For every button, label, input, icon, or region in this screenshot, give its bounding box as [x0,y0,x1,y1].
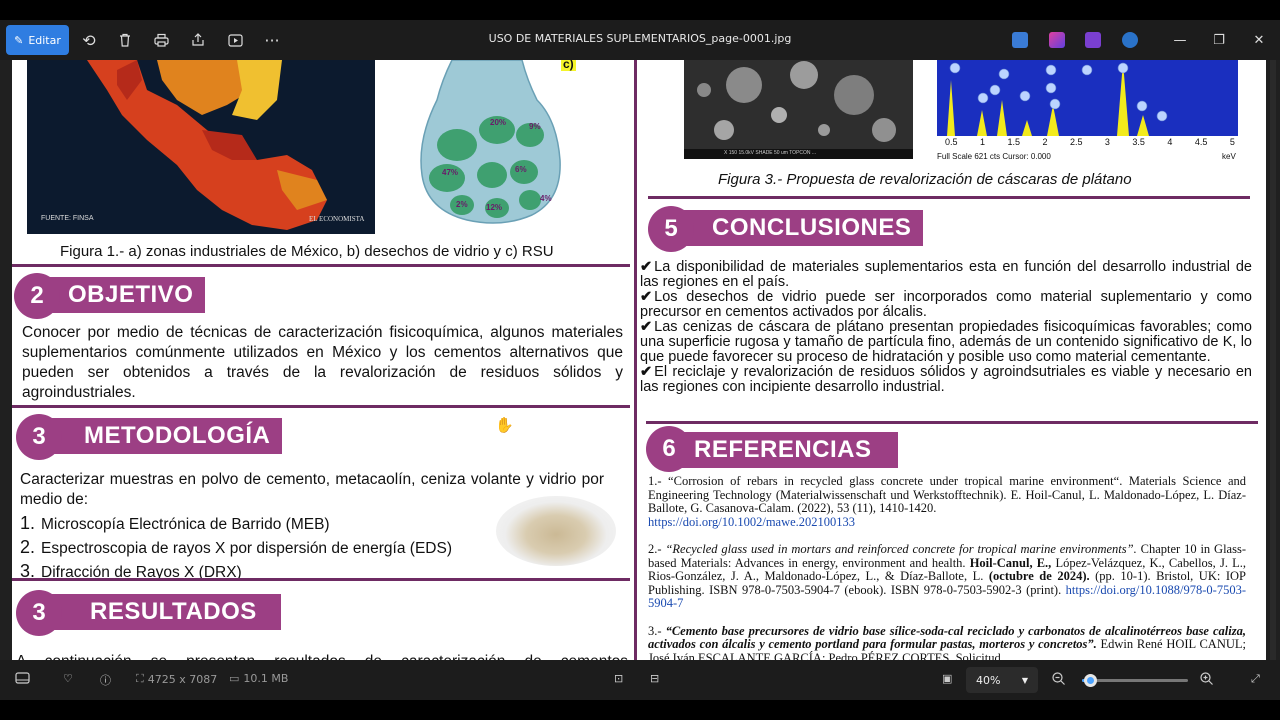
close-button[interactable]: ✕ [1249,30,1269,50]
references-list: 1.- “Corrosion of rebars in recycled gla… [648,474,1247,660]
zoom-out-icon[interactable] [1052,672,1065,685]
window-title: USO DE MATERIALES SUPLEMENTARIOS_page-00… [488,32,792,45]
edit-button-label: Editar [28,33,61,47]
zoom-dropdown[interactable]: 40% ▼ [966,667,1038,693]
resultados-title: RESULTADOS [36,594,281,630]
sem-info-bar: X 150 15.0kV SHADE 50 um TOPCON ... [724,150,817,156]
figure-1-caption: Figura 1.- a) zonas industriales de Méxi… [60,243,554,260]
figure-3-caption: Figura 3.- Propuesta de revalorización d… [718,171,1132,188]
divider [648,196,1250,199]
bag-pct-3: 47% [442,168,459,177]
resultados-text: A continuación se presentan resultados d… [16,652,628,660]
hand-cursor-icon: ✋ [495,417,514,434]
powder-sample-image [496,496,616,566]
designer-app-icon[interactable] [1049,32,1065,48]
checkmark-icon: ✔ [640,364,653,380]
edit-button[interactable]: ✎ Editar [6,25,69,55]
eds-spectrum: 0.5 1 1.5 2 2.5 3 3.5 4 4.5 5 Full Scale 621 cts … [937,60,1238,164]
bag-pct-5: 2% [456,200,468,209]
objetivo-number: 2 [14,273,60,319]
print-icon[interactable] [150,29,172,51]
bag-pct-6: 12% [486,203,503,212]
list-item: 1. Microscopía Electrónica de Barrido (ME… [20,513,330,533]
zoom-slider[interactable] [1082,674,1188,687]
methods-list: 1. Microscopía Electrónica de Barrido (ME… [20,512,452,584]
photos-app-icon[interactable] [1012,32,1028,48]
fullscreen-icon[interactable]: ⤢ [1251,672,1260,686]
delete-icon[interactable] [114,29,136,51]
maximize-button[interactable]: ❐ [1209,30,1229,50]
conclusiones-title: CONCLUSIONES [668,210,924,246]
title-bar: ✎ Editar ⟲ ··· USO DE MATERIALES SUPLEME… [0,20,1280,60]
conclusiones-number: 5 [648,206,694,252]
list-item: ✔ La disponibilidad de materiales supleme… [640,259,1252,290]
eds-unit: keV [1222,152,1236,161]
checkmark-icon: ✔ [640,289,653,305]
fit-to-window-icon[interactable]: ▣ [942,672,952,685]
reference-item: 1.- “Corrosion of rebars in recycled gla… [648,474,1246,529]
reference-item: 2.- “Recycled glass used in mortars and … [648,542,1247,610]
zoom-in-icon[interactable] [1200,672,1213,685]
onedrive-icon[interactable] [1122,32,1138,48]
figure-label-c: c) [561,60,576,71]
list-item: ✔ Los desechos de vidrio puede ser incorp… [640,289,1252,320]
bag-pct-4: 6% [515,165,527,174]
bag-pct-2: 9% [529,122,541,131]
ocr-icon[interactable]: ⊟ [650,672,659,685]
favorite-icon[interactable]: ♡ [63,672,73,685]
divider [12,578,630,581]
list-item: ✔ El reciclaje y revalorización de residu… [640,364,1252,395]
bag-pct-1: 20% [490,118,507,127]
zoom-slider-thumb[interactable] [1084,674,1098,687]
checkmark-icon: ✔ [640,319,653,335]
filesize-readout: ▭ 10.1 MB [229,672,289,685]
referencias-title: REFERENCIAS [666,432,898,468]
divider [646,421,1258,424]
image-viewer[interactable]: FUENTE: FINSA EL ECONOMISTA 20% 9% 47% 6… [0,60,1280,660]
chevron-down-icon: ▼ [1021,675,1028,685]
mexico-map-figure: FUENTE: FINSA EL ECONOMISTA [27,60,375,234]
status-bar: ♡ ⓘ ⛶ 4725 x 7087 ▭ 10.1 MB ⊡ ⊟ ▣ 40% ▼ … [0,660,1280,700]
clipchamp-app-icon[interactable] [1085,32,1101,48]
minimize-button[interactable]: — [1170,30,1190,50]
filesize-icon: ▭ [229,672,240,685]
more-icon[interactable]: ··· [261,29,283,51]
crop-icon[interactable]: ⊡ [614,672,623,685]
reference-item: 3.- “Cemento base precursores de vidrio … [648,623,1246,660]
share-icon[interactable] [187,29,209,51]
slideshow-icon[interactable] [224,29,246,51]
conclusiones-list: ✔ La disponibilidad de materiales supleme… [640,260,1252,395]
list-item: 2. Espectroscopia de rayos X por dispersi… [20,537,452,557]
info-icon[interactable]: ⓘ [100,672,111,688]
map-brand-label: EL ECONOMISTA [309,215,365,223]
column-divider [634,60,637,660]
zoom-value: 40% [976,673,1001,687]
scrollbar[interactable] [1270,60,1276,660]
objetivo-text: Conocer por medio de técnicas de caracte… [22,324,623,401]
resultados-number: 3 [16,590,62,636]
edit-icon: ✎ [14,33,24,47]
metodologia-number: 3 [16,414,62,460]
poster-image: FUENTE: FINSA EL ECONOMISTA 20% 9% 47% 6… [12,60,1266,660]
filmstrip-icon[interactable] [15,672,30,684]
bag-pct-7: 4% [540,194,552,203]
checkmark-icon: ✔ [640,259,653,275]
dimensions-icon: ⛶ [136,672,144,685]
list-item: ✔ Las cenizas de cáscara de plátano prese… [640,319,1252,365]
glass-waste-bag-figure: 20% 9% 47% 6% 2% 12% 4% [412,60,572,228]
eds-axis-ticks: 0.5 1 1.5 2 2.5 3 3.5 4 4.5 5 [945,137,1235,147]
divider [12,264,630,267]
metodologia-title: METODOLOGÍA [36,418,283,454]
divider [12,405,630,408]
eds-footer: Full Scale 621 cts Cursor: 0.000 [937,152,1051,161]
map-source-label: FUENTE: FINSA [41,215,94,222]
dimensions-readout: ⛶ 4725 x 7087 [136,672,218,686]
rotate-icon[interactable]: ⟲ [78,29,100,51]
reference-link[interactable]: https://doi.org/10.1002/mawe.202100133 [648,515,855,529]
sem-micrograph: X 150 15.0kV SHADE 50 um TOPCON ... [684,60,913,159]
referencias-number: 6 [646,426,692,472]
